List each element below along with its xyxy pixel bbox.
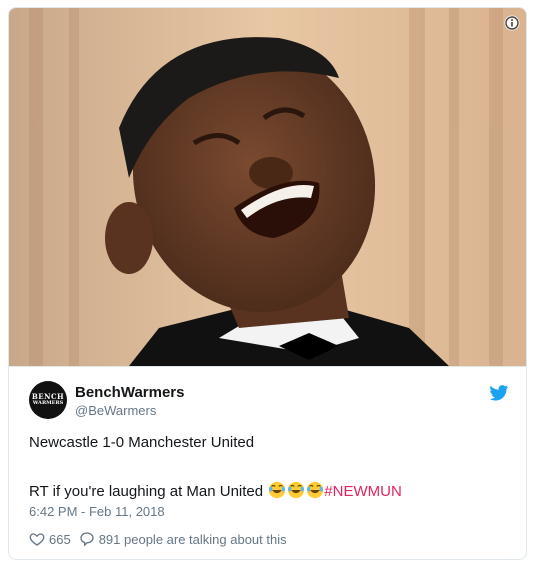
author-name[interactable]: BenchWarmers <box>75 384 184 401</box>
divider <box>9 366 526 367</box>
talking-count[interactable]: 891 people are talking about this <box>99 532 287 547</box>
twitter-bird-icon[interactable] <box>489 385 509 401</box>
comment-icon[interactable] <box>79 531 95 547</box>
laughing-emoji-icon <box>307 481 324 499</box>
laughing-emoji-icon <box>288 481 305 499</box>
avatar[interactable]: BENCH WARMERS <box>29 381 67 419</box>
photo-laughing-man <box>9 8 526 366</box>
tweet-photo[interactable] <box>9 8 526 366</box>
avatar-logo-line1: BENCH <box>31 392 65 401</box>
author-handle[interactable]: @BeWarmers <box>75 403 156 418</box>
tweet-timestamp[interactable]: 6:42 PM - Feb 11, 2018 <box>29 504 165 519</box>
hashtag-link[interactable]: #NEWMUN <box>324 483 402 500</box>
laughing-emoji-icon <box>269 481 286 499</box>
info-icon[interactable] <box>504 15 520 31</box>
embedded-tweet-card[interactable]: BENCH WARMERS BenchWarmers @BeWarmers Ne… <box>8 7 527 560</box>
avatar-logo-line2: WARMERS <box>32 400 64 406</box>
tweet-text-line2: RT if you're laughing at Man United #NEW… <box>29 481 402 500</box>
tweet-header: BENCH WARMERS BenchWarmers @BeWarmers <box>29 381 509 421</box>
tweet-actions: 665 891 people are talking about this <box>29 531 287 547</box>
tweet-text: RT if you're laughing at Man United <box>29 483 268 500</box>
like-count[interactable]: 665 <box>49 532 71 547</box>
tweet-text-line1: Newcastle 1-0 Manchester United <box>29 434 255 451</box>
heart-icon[interactable] <box>29 531 45 547</box>
